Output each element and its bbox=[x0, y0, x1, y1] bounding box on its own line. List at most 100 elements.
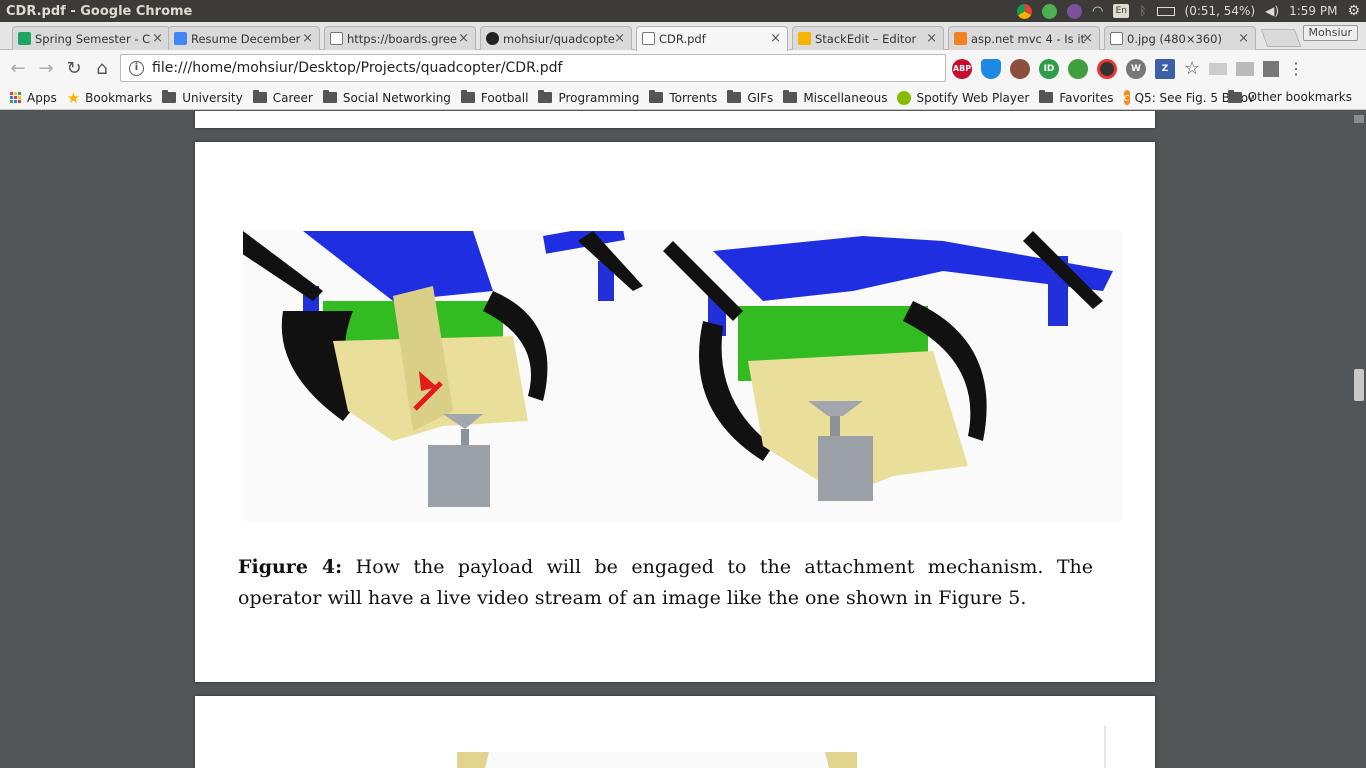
adblock-icon[interactable]: ABP bbox=[952, 58, 972, 79]
new-tab-button[interactable] bbox=[1260, 29, 1302, 47]
tab-spring-semester[interactable]: Spring Semester - C × bbox=[12, 26, 170, 50]
home-icon[interactable]: ⌂ bbox=[88, 58, 116, 79]
bookmark-folder-torrents[interactable]: Torrents bbox=[649, 90, 717, 105]
bookmark-label: Programming bbox=[558, 90, 640, 105]
pdf-viewer[interactable]: Figure 4: How the payload will be engage… bbox=[0, 111, 1366, 768]
color-extension-icon[interactable] bbox=[1097, 58, 1117, 79]
forward-arrow-icon[interactable]: → bbox=[32, 58, 60, 79]
clock[interactable]: 1:59 PM bbox=[1289, 4, 1337, 18]
battery-status: (0:51, 54%) bbox=[1184, 4, 1256, 18]
folder-icon bbox=[460, 90, 475, 103]
w-extension-icon[interactable]: W bbox=[1126, 58, 1146, 79]
folder-icon bbox=[783, 90, 798, 103]
z-extension-icon[interactable]: Z bbox=[1155, 58, 1175, 79]
tab-label: asp.net mvc 4 - Is it bbox=[971, 31, 1086, 46]
page-icon bbox=[1110, 32, 1123, 45]
folder-icon bbox=[252, 90, 267, 103]
close-icon[interactable]: × bbox=[614, 31, 625, 46]
bookmark-folder-gifs[interactable]: GIFs bbox=[727, 90, 773, 105]
volume-icon[interactable]: ◀) bbox=[1265, 4, 1279, 18]
google-drive-icon bbox=[18, 32, 31, 45]
window-title: CDR.pdf - Google Chrome bbox=[6, 3, 193, 19]
close-icon[interactable]: × bbox=[152, 31, 163, 46]
tab-label: 0.jpg (480×360) bbox=[1127, 31, 1222, 46]
bookmark-folder-programming[interactable]: Programming bbox=[538, 90, 640, 105]
figure-caption-text: How the payload will be engaged to the a… bbox=[238, 556, 1093, 609]
bookmark-label: Bookmarks bbox=[85, 90, 153, 105]
chrome-tray-icon[interactable] bbox=[1016, 3, 1032, 19]
cast-extension-icon[interactable] bbox=[1209, 62, 1228, 75]
other-bookmarks[interactable]: Other bookmarks bbox=[1227, 89, 1352, 104]
puzzle-extension-icon[interactable] bbox=[1263, 60, 1280, 77]
close-icon[interactable]: × bbox=[302, 31, 313, 46]
close-icon[interactable]: × bbox=[1082, 31, 1093, 46]
github-icon bbox=[486, 32, 499, 45]
battery-icon[interactable] bbox=[1156, 6, 1175, 16]
reload-icon[interactable]: ↻ bbox=[60, 58, 88, 79]
bookmark-label: Favorites bbox=[1059, 90, 1114, 105]
apps-grid-icon bbox=[10, 92, 21, 103]
menu-icon[interactable]: ⋮ bbox=[1288, 59, 1304, 78]
tab-resume[interactable]: Resume December × bbox=[168, 26, 320, 50]
info-icon[interactable]: i bbox=[129, 60, 144, 76]
wifi-icon[interactable]: ◠ bbox=[1092, 4, 1103, 19]
scrollbar-cap[interactable] bbox=[1354, 115, 1364, 123]
tab-github[interactable]: mohsiur/quadcopte × bbox=[480, 26, 632, 50]
folder-icon bbox=[1227, 89, 1242, 103]
shield-extension-icon[interactable] bbox=[981, 58, 1001, 79]
tab-cdr-pdf[interactable]: CDR.pdf × bbox=[636, 26, 788, 51]
bookmark-label: Football bbox=[480, 90, 529, 105]
profile-button[interactable]: Mohsiur bbox=[1302, 25, 1358, 41]
tab-label: mohsiur/quadcopte bbox=[503, 31, 615, 46]
bookmarks-bar: Apps ★ Bookmarks University Career Socia… bbox=[0, 86, 1366, 110]
green-extension-icon[interactable] bbox=[1068, 58, 1088, 79]
keyboard-layout-indicator[interactable]: En bbox=[1113, 4, 1130, 18]
round-extension-icon[interactable] bbox=[1010, 58, 1030, 79]
bookmark-folder-career[interactable]: Career bbox=[252, 90, 313, 105]
folder-icon bbox=[1039, 90, 1054, 103]
green-tray-icon[interactable] bbox=[1041, 3, 1057, 19]
pdf-page: Figure 4: How the payload will be engage… bbox=[195, 142, 1155, 682]
viber-tray-icon[interactable] bbox=[1066, 3, 1082, 19]
bluetooth-icon[interactable]: ᛒ bbox=[1139, 4, 1146, 18]
pdf-page-previous bbox=[195, 111, 1155, 128]
other-bookmarks-label: Other bookmarks bbox=[1247, 90, 1352, 104]
spotify-icon bbox=[897, 90, 912, 105]
id-extension-icon[interactable]: ID bbox=[1039, 58, 1059, 79]
folder-icon bbox=[162, 90, 177, 103]
stackedit-icon bbox=[798, 32, 811, 45]
tab-aspnet[interactable]: asp.net mvc 4 - Is it × bbox=[948, 26, 1100, 50]
browser-toolbar: ← → ↻ ⌂ i file:///home/mohsiur/Desktop/P… bbox=[0, 50, 1366, 86]
bookmark-folder-football[interactable]: Football bbox=[460, 90, 529, 105]
tab-stackedit[interactable]: StackEdit – Editor × bbox=[792, 26, 944, 50]
bookmark-folder-university[interactable]: University bbox=[162, 90, 243, 105]
tab-image[interactable]: 0.jpg (480×360) × bbox=[1104, 26, 1256, 50]
dsl-extension-icon[interactable] bbox=[1236, 61, 1255, 76]
scrollbar-thumb[interactable] bbox=[1354, 369, 1364, 401]
address-bar[interactable]: i file:///home/mohsiur/Desktop/Projects/… bbox=[120, 54, 946, 82]
tab-label: Resume December bbox=[191, 31, 301, 46]
bookmark-label: Spotify Web Player bbox=[916, 90, 1030, 105]
folder-icon bbox=[538, 90, 553, 103]
bookmark-spotify[interactable]: Spotify Web Player bbox=[897, 90, 1030, 105]
bookmark-folder-social[interactable]: Social Networking bbox=[322, 90, 451, 105]
bookmark-label: Social Networking bbox=[342, 90, 451, 105]
bookmark-folder-misc[interactable]: Miscellaneous bbox=[783, 90, 887, 105]
back-arrow-icon[interactable]: ← bbox=[4, 58, 32, 79]
next-page-figure-top bbox=[457, 726, 1106, 768]
bookmark-apps[interactable]: Apps bbox=[10, 91, 57, 105]
tab-boards[interactable]: https://boards.gree × bbox=[324, 26, 476, 50]
star-bookmark-icon[interactable]: ☆ bbox=[1184, 58, 1200, 79]
folder-icon bbox=[727, 90, 742, 103]
folder-icon bbox=[649, 90, 664, 103]
bookmark-bookmarks[interactable]: ★ Bookmarks bbox=[67, 89, 153, 107]
bookmark-folder-favorites[interactable]: Favorites bbox=[1039, 90, 1114, 105]
close-icon[interactable]: × bbox=[1238, 31, 1249, 46]
close-icon[interactable]: × bbox=[926, 31, 937, 46]
close-icon[interactable]: × bbox=[458, 31, 469, 46]
bookmark-label: University bbox=[182, 90, 243, 105]
tab-label: CDR.pdf bbox=[659, 32, 706, 46]
close-icon[interactable]: × bbox=[770, 31, 781, 46]
address-text: file:///home/mohsiur/Desktop/Projects/qu… bbox=[152, 60, 563, 76]
gear-icon[interactable]: ⚙ bbox=[1347, 3, 1360, 19]
